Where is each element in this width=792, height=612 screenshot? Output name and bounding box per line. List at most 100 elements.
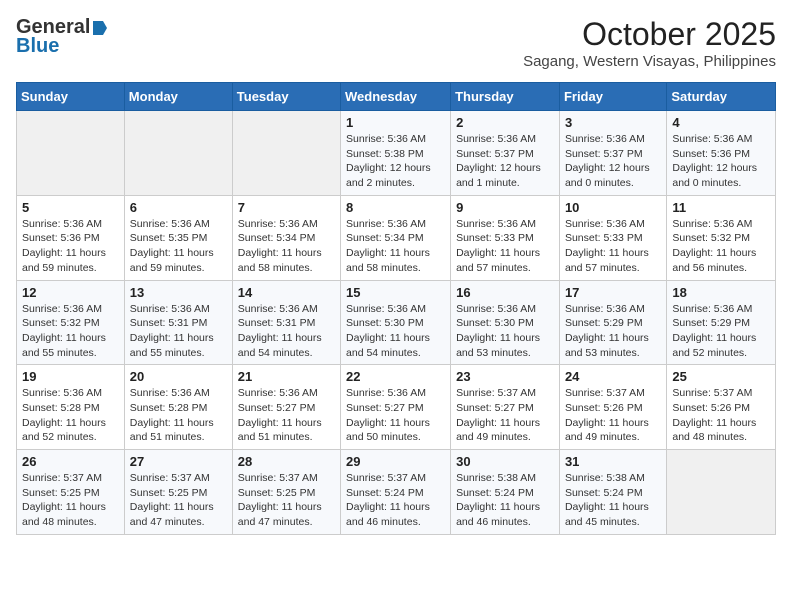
calendar-table: SundayMondayTuesdayWednesdayThursdayFrid… bbox=[16, 82, 776, 535]
day-number: 15 bbox=[346, 285, 445, 300]
day-info: Sunrise: 5:36 AM Sunset: 5:32 PM Dayligh… bbox=[672, 217, 770, 276]
calendar-cell: 16 Sunrise: 5:36 AM Sunset: 5:30 PM Dayli… bbox=[451, 280, 560, 365]
day-info: Sunrise: 5:37 AM Sunset: 5:25 PM Dayligh… bbox=[130, 471, 227, 530]
calendar-cell: 22 Sunrise: 5:36 AM Sunset: 5:27 PM Dayli… bbox=[341, 365, 451, 450]
month-year: October 2025 bbox=[523, 16, 776, 53]
day-number: 17 bbox=[565, 285, 661, 300]
calendar-cell: 1 Sunrise: 5:36 AM Sunset: 5:38 PM Daylig… bbox=[341, 111, 451, 196]
day-number: 26 bbox=[22, 454, 119, 469]
calendar-cell bbox=[124, 111, 232, 196]
calendar-cell: 28Sunrise: 5:37 AM Sunset: 5:25 PM Dayli… bbox=[232, 450, 340, 535]
calendar-cell: 6 Sunrise: 5:36 AM Sunset: 5:35 PM Daylig… bbox=[124, 195, 232, 280]
day-number: 31 bbox=[565, 454, 661, 469]
day-number: 29 bbox=[346, 454, 445, 469]
day-info: Sunrise: 5:37 AM Sunset: 5:26 PM Dayligh… bbox=[672, 386, 770, 445]
title-block: October 2025 Sagang, Western Visayas, Ph… bbox=[523, 16, 776, 70]
calendar-cell: 26 Sunrise: 5:37 AM Sunset: 5:25 PM Dayli… bbox=[17, 450, 125, 535]
day-info: Sunrise: 5:36 AM Sunset: 5:31 PM Dayligh… bbox=[130, 302, 227, 361]
day-info: Sunrise: 5:36 AM Sunset: 5:27 PM Dayligh… bbox=[346, 386, 445, 445]
day-info: Sunrise: 5:36 AM Sunset: 5:29 PM Dayligh… bbox=[672, 302, 770, 361]
day-number: 16 bbox=[456, 285, 554, 300]
day-number: 2 bbox=[456, 115, 554, 130]
day-info: Sunrise: 5:37 AM Sunset: 5:26 PM Dayligh… bbox=[565, 386, 661, 445]
day-info: Sunrise: 5:36 AM Sunset: 5:29 PM Dayligh… bbox=[565, 302, 661, 361]
calendar-cell: 29 Sunrise: 5:37 AM Sunset: 5:24 PM Dayli… bbox=[341, 450, 451, 535]
day-number: 25 bbox=[672, 369, 770, 384]
calendar-cell: 14 Sunrise: 5:36 AM Sunset: 5:31 PM Dayli… bbox=[232, 280, 340, 365]
calendar-week-row: 12Sunrise: 5:36 AM Sunset: 5:32 PM Dayli… bbox=[17, 280, 776, 365]
calendar-cell bbox=[667, 450, 776, 535]
calendar-week-row: 26 Sunrise: 5:37 AM Sunset: 5:25 PM Dayli… bbox=[17, 450, 776, 535]
weekday-header-friday: Friday bbox=[559, 83, 666, 111]
calendar-cell: 17 Sunrise: 5:36 AM Sunset: 5:29 PM Dayli… bbox=[559, 280, 666, 365]
calendar-cell bbox=[17, 111, 125, 196]
day-number: 8 bbox=[346, 200, 445, 215]
calendar-cell: 21Sunrise: 5:36 AM Sunset: 5:27 PM Dayli… bbox=[232, 365, 340, 450]
calendar-cell: 7Sunrise: 5:36 AM Sunset: 5:34 PM Daylig… bbox=[232, 195, 340, 280]
calendar-cell: 15 Sunrise: 5:36 AM Sunset: 5:30 PM Dayli… bbox=[341, 280, 451, 365]
calendar-cell: 24 Sunrise: 5:37 AM Sunset: 5:26 PM Dayli… bbox=[559, 365, 666, 450]
day-number: 11 bbox=[672, 200, 770, 215]
weekday-header-sunday: Sunday bbox=[17, 83, 125, 111]
day-number: 9 bbox=[456, 200, 554, 215]
day-info: Sunrise: 5:36 AM Sunset: 5:38 PM Dayligh… bbox=[346, 132, 445, 191]
day-number: 18 bbox=[672, 285, 770, 300]
day-number: 1 bbox=[346, 115, 445, 130]
day-number: 22 bbox=[346, 369, 445, 384]
day-number: 28 bbox=[238, 454, 335, 469]
day-number: 12 bbox=[22, 285, 119, 300]
day-number: 3 bbox=[565, 115, 661, 130]
calendar-cell: 12Sunrise: 5:36 AM Sunset: 5:32 PM Dayli… bbox=[17, 280, 125, 365]
day-number: 20 bbox=[130, 369, 227, 384]
calendar-week-row: 5 Sunrise: 5:36 AM Sunset: 5:36 PM Daylig… bbox=[17, 195, 776, 280]
location: Sagang, Western Visayas, Philippines bbox=[523, 53, 776, 70]
day-info: Sunrise: 5:37 AM Sunset: 5:25 PM Dayligh… bbox=[22, 471, 119, 530]
day-info: Sunrise: 5:36 AM Sunset: 5:28 PM Dayligh… bbox=[130, 386, 227, 445]
day-info: Sunrise: 5:36 AM Sunset: 5:36 PM Dayligh… bbox=[22, 217, 119, 276]
calendar-cell: 5 Sunrise: 5:36 AM Sunset: 5:36 PM Daylig… bbox=[17, 195, 125, 280]
day-number: 23 bbox=[456, 369, 554, 384]
day-number: 24 bbox=[565, 369, 661, 384]
weekday-header-row: SundayMondayTuesdayWednesdayThursdayFrid… bbox=[17, 83, 776, 111]
weekday-header-wednesday: Wednesday bbox=[341, 83, 451, 111]
day-info: Sunrise: 5:36 AM Sunset: 5:37 PM Dayligh… bbox=[565, 132, 661, 191]
day-info: Sunrise: 5:38 AM Sunset: 5:24 PM Dayligh… bbox=[456, 471, 554, 530]
calendar-cell: 19Sunrise: 5:36 AM Sunset: 5:28 PM Dayli… bbox=[17, 365, 125, 450]
calendar-week-row: 1 Sunrise: 5:36 AM Sunset: 5:38 PM Daylig… bbox=[17, 111, 776, 196]
day-info: Sunrise: 5:36 AM Sunset: 5:36 PM Dayligh… bbox=[672, 132, 770, 191]
day-info: Sunrise: 5:36 AM Sunset: 5:30 PM Dayligh… bbox=[346, 302, 445, 361]
day-number: 30 bbox=[456, 454, 554, 469]
logo-icon bbox=[91, 19, 109, 37]
day-number: 14 bbox=[238, 285, 335, 300]
calendar-cell: 4 Sunrise: 5:36 AM Sunset: 5:36 PM Daylig… bbox=[667, 111, 776, 196]
day-number: 4 bbox=[672, 115, 770, 130]
day-number: 7 bbox=[238, 200, 335, 215]
weekday-header-tuesday: Tuesday bbox=[232, 83, 340, 111]
day-number: 10 bbox=[565, 200, 661, 215]
day-info: Sunrise: 5:36 AM Sunset: 5:35 PM Dayligh… bbox=[130, 217, 227, 276]
calendar-cell bbox=[232, 111, 340, 196]
day-number: 6 bbox=[130, 200, 227, 215]
calendar-week-row: 19Sunrise: 5:36 AM Sunset: 5:28 PM Dayli… bbox=[17, 365, 776, 450]
weekday-header-thursday: Thursday bbox=[451, 83, 560, 111]
day-info: Sunrise: 5:37 AM Sunset: 5:24 PM Dayligh… bbox=[346, 471, 445, 530]
day-info: Sunrise: 5:36 AM Sunset: 5:31 PM Dayligh… bbox=[238, 302, 335, 361]
calendar-cell: 11 Sunrise: 5:36 AM Sunset: 5:32 PM Dayli… bbox=[667, 195, 776, 280]
day-info: Sunrise: 5:36 AM Sunset: 5:28 PM Dayligh… bbox=[22, 386, 119, 445]
calendar-cell: 27Sunrise: 5:37 AM Sunset: 5:25 PM Dayli… bbox=[124, 450, 232, 535]
day-info: Sunrise: 5:36 AM Sunset: 5:30 PM Dayligh… bbox=[456, 302, 554, 361]
calendar-cell: 20 Sunrise: 5:36 AM Sunset: 5:28 PM Dayli… bbox=[124, 365, 232, 450]
calendar-cell: 13Sunrise: 5:36 AM Sunset: 5:31 PM Dayli… bbox=[124, 280, 232, 365]
weekday-header-saturday: Saturday bbox=[667, 83, 776, 111]
calendar-cell: 2 Sunrise: 5:36 AM Sunset: 5:37 PM Daylig… bbox=[451, 111, 560, 196]
weekday-header-monday: Monday bbox=[124, 83, 232, 111]
day-number: 21 bbox=[238, 369, 335, 384]
calendar-cell: 8Sunrise: 5:36 AM Sunset: 5:34 PM Daylig… bbox=[341, 195, 451, 280]
calendar-cell: 18 Sunrise: 5:36 AM Sunset: 5:29 PM Dayli… bbox=[667, 280, 776, 365]
day-info: Sunrise: 5:36 AM Sunset: 5:37 PM Dayligh… bbox=[456, 132, 554, 191]
page-header: General Blue October 2025 Sagang, Wester… bbox=[16, 16, 776, 70]
calendar-cell: 30 Sunrise: 5:38 AM Sunset: 5:24 PM Dayli… bbox=[451, 450, 560, 535]
calendar-cell: 25 Sunrise: 5:37 AM Sunset: 5:26 PM Dayli… bbox=[667, 365, 776, 450]
day-number: 5 bbox=[22, 200, 119, 215]
calendar-cell: 23Sunrise: 5:37 AM Sunset: 5:27 PM Dayli… bbox=[451, 365, 560, 450]
